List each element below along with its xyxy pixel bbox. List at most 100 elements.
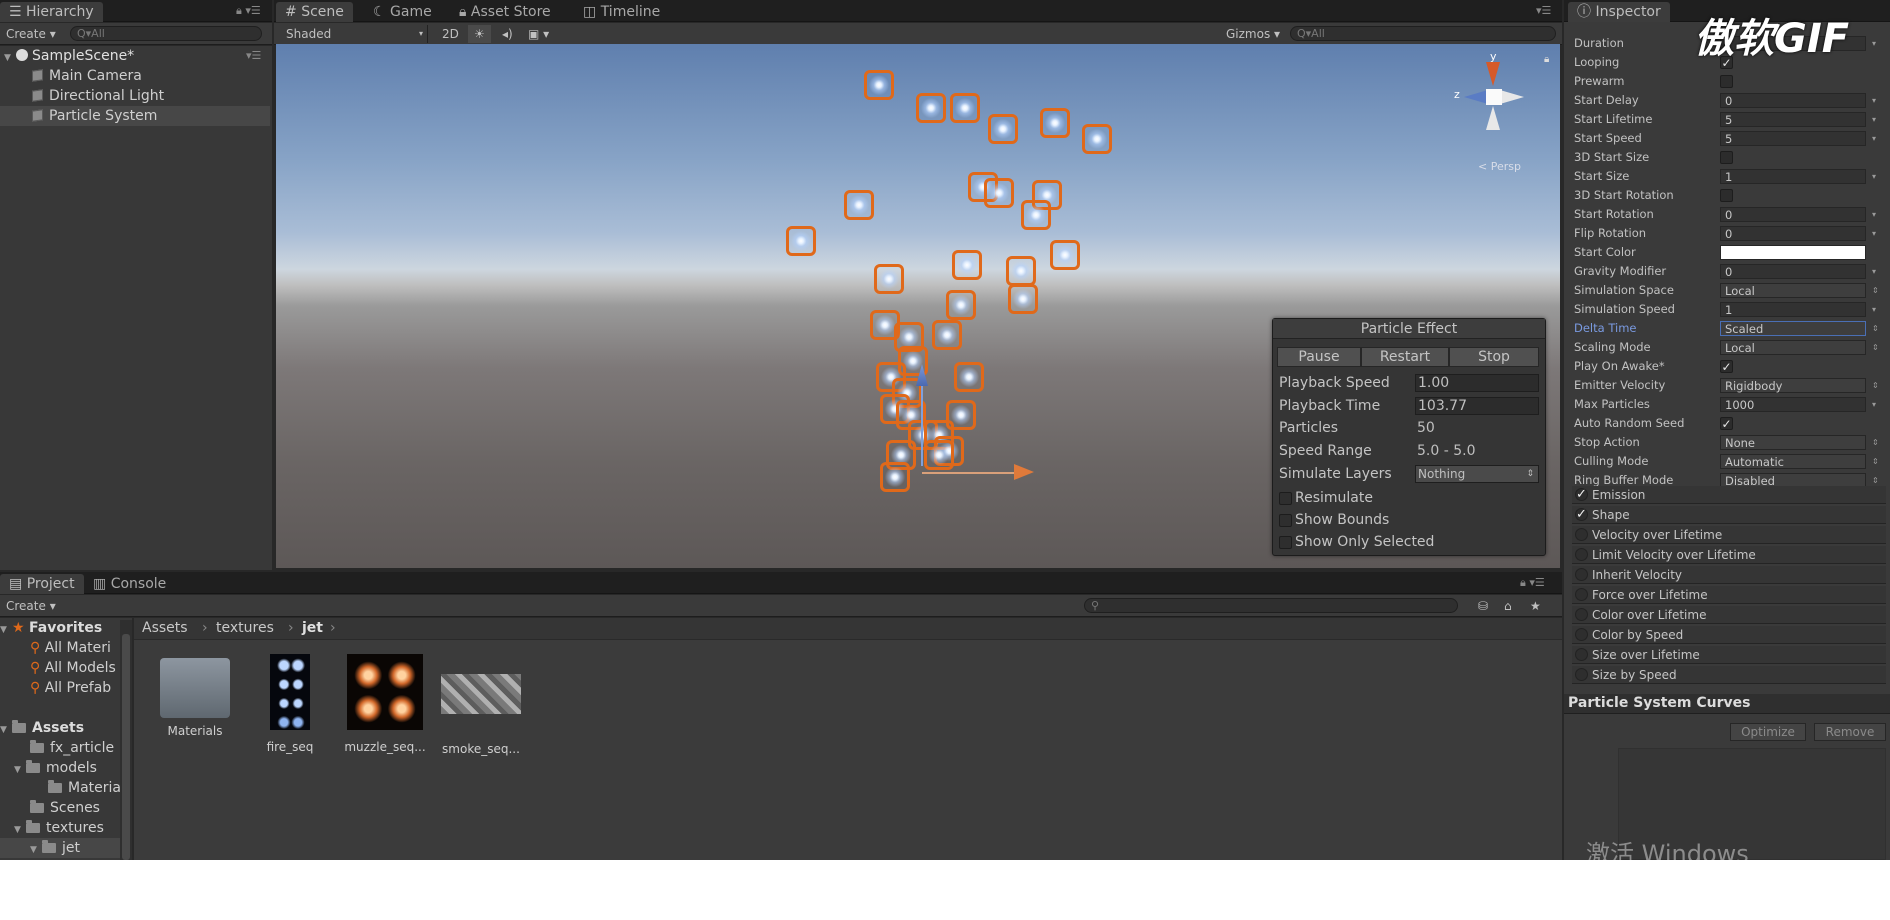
gizmo-center-cube[interactable] (1486, 89, 1502, 105)
module-enable-checkbox[interactable] (1575, 648, 1588, 661)
inspector-row-stop-action[interactable]: Stop Action None ⇕ (1574, 433, 1884, 452)
inspector-field[interactable]: 1 (1720, 169, 1866, 184)
tab-project[interactable]: ▤ Project (0, 574, 84, 594)
playback-time-field[interactable]: 103.77 (1415, 397, 1539, 415)
remove-button[interactable]: Remove (1814, 723, 1886, 741)
move-gizmo[interactable] (916, 394, 1066, 534)
gizmo-neg-y-cone[interactable] (1486, 106, 1500, 130)
tree-fav-all-prefabs[interactable]: ⚲ All Prefab (30, 678, 130, 698)
module-enable-checkbox[interactable] (1575, 628, 1588, 641)
curve-menu-icon[interactable]: ▾ (1872, 34, 1876, 53)
project-tree-scrollbar[interactable] (120, 620, 132, 860)
scene-menu-icon[interactable]: ▾☰ (1536, 4, 1551, 17)
curve-menu-icon[interactable]: ▾ (1872, 129, 1876, 148)
gizmo-y-cone[interactable] (1486, 62, 1500, 86)
tree-favorites[interactable]: ▼ ★ Favorites (0, 618, 132, 638)
asset-fire-seq[interactable]: fire_seq (245, 654, 335, 754)
inspector-field[interactable]: 0 (1720, 207, 1866, 222)
asset-materials[interactable]: Materials (150, 654, 240, 738)
inspector-dropdown[interactable]: Local (1720, 283, 1866, 298)
inspector-row-simulation-speed[interactable]: Simulation Speed 1 ▾ (1574, 300, 1884, 319)
inspector-dropdown[interactable]: None (1720, 435, 1866, 450)
inspector-row-culling-mode[interactable]: Culling Mode Automatic ⇕ (1574, 452, 1884, 471)
inspector-checkbox[interactable] (1720, 189, 1733, 202)
updown-icon[interactable]: ⇕ (1872, 433, 1879, 452)
curve-menu-icon[interactable]: ▾ (1872, 262, 1876, 281)
inspector-row-start-speed[interactable]: Start Speed 5 ▾ (1574, 129, 1884, 148)
expand-arrow-icon[interactable]: ▼ (4, 48, 16, 68)
scene-root[interactable]: ▼ SampleScene* ▾☰ (0, 46, 270, 66)
gizmos-dropdown[interactable]: Gizmos ▾ (1220, 25, 1286, 43)
breadcrumb-jet[interactable]: jet (302, 620, 323, 636)
asset-muzzle-seq[interactable]: muzzle_seq... (340, 654, 430, 754)
lighting-toggle-icon[interactable]: ☀ (468, 25, 491, 43)
project-create-button[interactable]: Create ▾ (0, 597, 62, 615)
inspector-row-start-lifetime[interactable]: Start Lifetime 5 ▾ (1574, 110, 1884, 129)
module-size-by-speed[interactable]: Size by Speed (1572, 666, 1886, 684)
inspector-dropdown[interactable]: Local (1720, 340, 1866, 355)
inspector-row-start-rotation[interactable]: Start Rotation 0 ▾ (1574, 205, 1884, 224)
stop-button[interactable]: Stop (1449, 347, 1539, 367)
inspector-row-3d-start-rotation[interactable]: 3D Start Rotation (1574, 186, 1884, 205)
simulate-layers-dropdown[interactable]: Nothing ⇕ (1415, 465, 1539, 483)
inspector-row-play-on-awake[interactable]: Play On Awake* ✓ (1574, 357, 1884, 376)
lock-icon[interactable]: 🔒︎ ▾☰ (236, 4, 261, 18)
toggle-2d-button[interactable]: 2D (436, 25, 465, 43)
inspector-row-flip-rotation[interactable]: Flip Rotation 0 ▾ (1574, 224, 1884, 243)
gizmo-lock-icon[interactable]: 🔒︎ (1544, 54, 1549, 65)
curve-menu-icon[interactable]: ▾ (1872, 91, 1876, 110)
breadcrumb-textures[interactable]: textures (216, 620, 274, 636)
restart-button[interactable]: Restart (1361, 347, 1449, 367)
scrollbar-thumb[interactable] (122, 634, 130, 860)
expand-arrow-icon[interactable]: ▼ (0, 720, 12, 738)
orientation-gizmo[interactable]: y z 🔒︎ < Persp (1454, 50, 1549, 173)
filter-label-icon[interactable]: ⌂ (1498, 597, 1518, 615)
gizmo-z-cone[interactable] (1464, 90, 1488, 104)
hierarchy-create-button[interactable]: Create ▾ (0, 25, 62, 43)
start-color-swatch[interactable] (1720, 245, 1866, 260)
tree-fav-all-models[interactable]: ⚲ All Models (30, 658, 130, 678)
tab-game[interactable]: ☾ Game (364, 2, 441, 22)
curve-menu-icon[interactable]: ▾ (1872, 167, 1876, 186)
module-enable-checkbox[interactable]: ✓ (1575, 488, 1588, 501)
inspector-row-max-particles[interactable]: Max Particles 1000 ▾ (1574, 395, 1884, 414)
module-inherit-velocity[interactable]: Inherit Velocity (1572, 566, 1886, 584)
module-size-over-lifetime[interactable]: Size over Lifetime (1572, 646, 1886, 664)
curve-menu-icon[interactable]: ▾ (1872, 300, 1876, 319)
filter-type-icon[interactable]: ⛁ (1472, 597, 1494, 615)
tab-timeline[interactable]: ◫ Timeline (574, 2, 669, 22)
hierarchy-item-directional-light[interactable]: Directional Light (0, 86, 270, 106)
pause-button[interactable]: Pause (1277, 347, 1361, 367)
module-enable-checkbox[interactable]: ✓ (1575, 508, 1588, 521)
updown-icon[interactable]: ⇕ (1872, 452, 1879, 471)
updown-icon[interactable]: ⇕ (1872, 376, 1879, 395)
inspector-checkbox[interactable]: ✓ (1720, 417, 1733, 430)
project-search-input[interactable]: ⚲ (1084, 598, 1458, 613)
module-force-over-lifetime[interactable]: Force over Lifetime (1572, 586, 1886, 604)
optimize-button[interactable]: Optimize (1730, 723, 1806, 741)
inspector-row-3d-start-size[interactable]: 3D Start Size (1574, 148, 1884, 167)
tree-assets[interactable]: ▼ Assets (0, 718, 132, 738)
inspector-row-delta-time[interactable]: Delta Time Scaled ⇕ (1574, 319, 1884, 338)
inspector-field[interactable]: 1 (1720, 302, 1866, 317)
expand-arrow-icon[interactable]: ▼ (14, 760, 26, 778)
module-color-over-lifetime[interactable]: Color over Lifetime (1572, 606, 1886, 624)
gizmo-neg-z-cone[interactable] (1500, 90, 1524, 104)
expand-arrow-icon[interactable]: ▼ (30, 840, 42, 858)
favorite-star-icon[interactable]: ★ (1524, 597, 1547, 615)
asset-smoke-seq[interactable]: smoke_seq... (436, 654, 526, 756)
inspector-field[interactable]: 0 (1720, 226, 1866, 241)
expand-arrow-icon[interactable]: ▼ (14, 820, 26, 838)
expand-arrow-icon[interactable]: ▼ (0, 620, 12, 638)
tab-inspector[interactable]: ⓘ Inspector (1568, 2, 1670, 22)
scene-menu-icon[interactable]: ▾☰ (246, 46, 261, 66)
curve-menu-icon[interactable]: ▾ (1872, 110, 1876, 129)
tree-jet[interactable]: ▼ jet (0, 838, 120, 858)
show-only-selected-checkbox[interactable] (1279, 536, 1292, 549)
playback-speed-field[interactable]: 1.00 (1415, 374, 1539, 392)
module-velocity-over-lifetime[interactable]: Velocity over Lifetime (1572, 526, 1886, 544)
tab-hierarchy[interactable]: ☰ Hierarchy (0, 2, 103, 22)
tab-asset-store[interactable]: 🔒︎ Asset Store (450, 2, 560, 22)
updown-icon[interactable]: ⇕ (1872, 338, 1879, 357)
show-bounds-checkbox[interactable] (1279, 514, 1292, 527)
